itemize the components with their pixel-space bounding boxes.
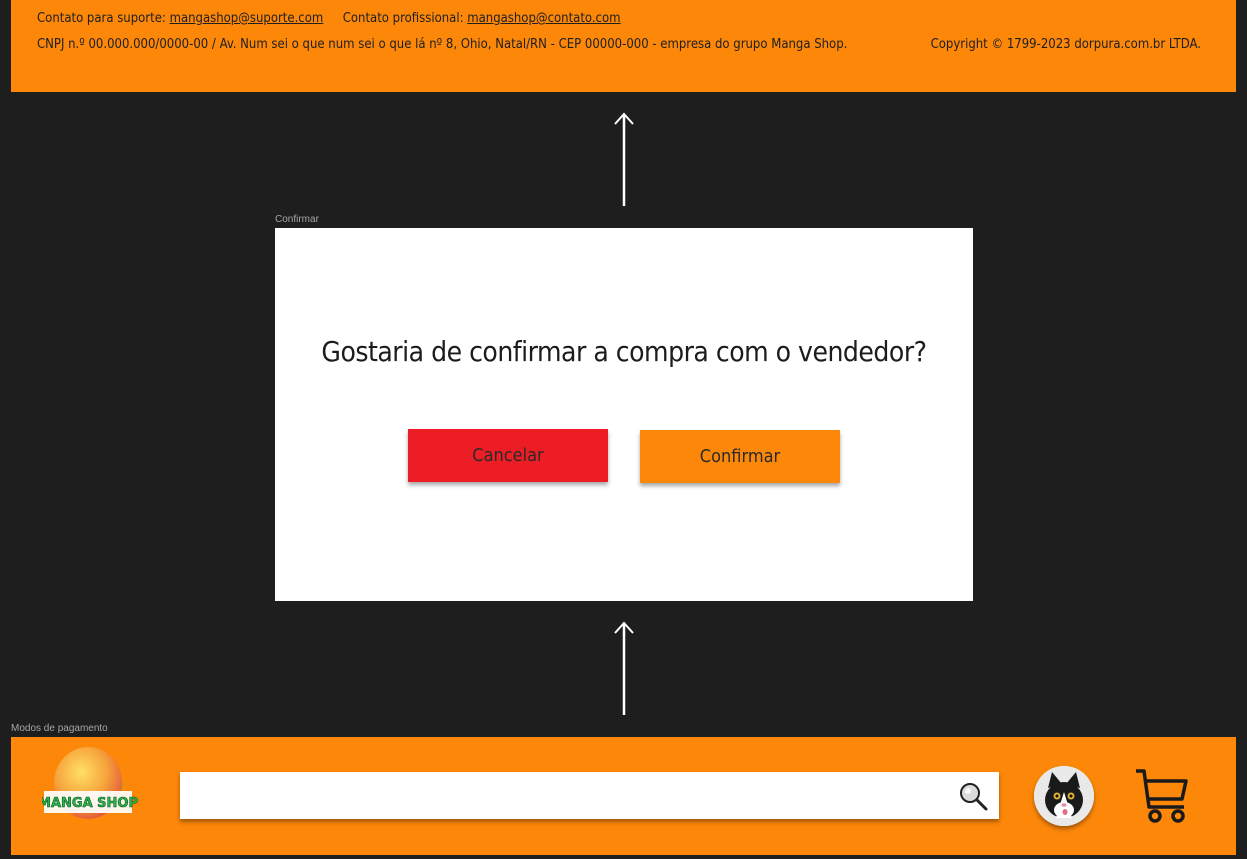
svg-text:MANGA SHOP: MANGA SHOP [42, 796, 138, 811]
footer-copyright: Copyright © 1799-2023 dorpura.com.br LTD… [930, 37, 1201, 52]
cancel-button[interactable]: Cancelar [408, 429, 608, 482]
footer-contacts: Contato para suporte: mangashop@suporte.… [37, 11, 621, 26]
site-footer: Contato para suporte: mangashop@suporte.… [11, 0, 1236, 92]
support-label: Contato para suporte: [37, 11, 166, 26]
site-header: MANGA SHOP [11, 737, 1236, 855]
frame-label-payment: Modos de pagamento [11, 723, 108, 734]
cat-avatar-icon [1034, 766, 1094, 826]
dialog-question: Gostaria de confirmar a compra com o ven… [321, 335, 927, 368]
pro-contact-email-link[interactable]: mangashop@contato.com [467, 11, 620, 26]
shopping-cart-icon[interactable] [1134, 767, 1190, 825]
confirm-purchase-dialog: Gostaria de confirmar a compra com o ven… [275, 228, 973, 601]
manga-shop-logo[interactable]: MANGA SHOP [42, 745, 138, 829]
search-bar[interactable] [180, 772, 999, 819]
frame-label-confirm: Confirmar [275, 214, 319, 225]
pro-contact-label: Contato profissional: [342, 11, 464, 26]
magnifier-icon[interactable] [957, 780, 989, 812]
flow-arrow-up-icon [614, 112, 634, 206]
flow-arrow-up-icon [614, 621, 634, 715]
user-avatar[interactable] [1034, 766, 1094, 826]
support-email-link[interactable]: mangashop@suporte.com [170, 11, 324, 26]
footer-address: CNPJ n.º 00.000.000/0000-00 / Av. Num se… [37, 37, 848, 52]
search-input[interactable] [180, 772, 968, 819]
confirm-button[interactable]: Confirmar [640, 430, 840, 483]
